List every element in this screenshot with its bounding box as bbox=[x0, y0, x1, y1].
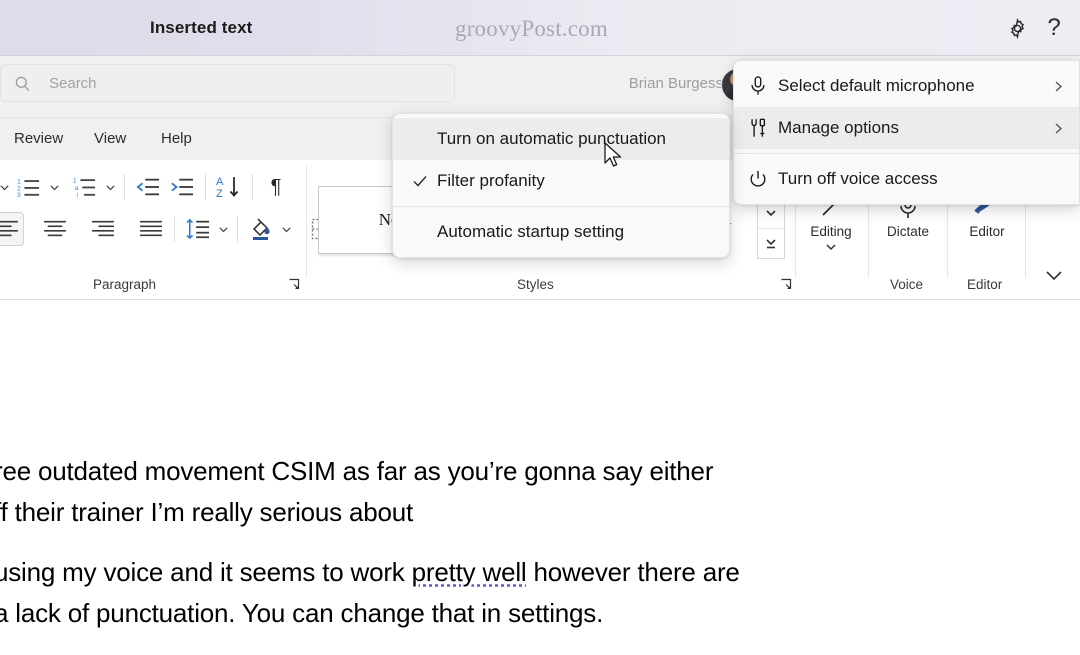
svg-text:i: i bbox=[77, 193, 78, 198]
menu-item-label: Filter profanity bbox=[437, 171, 545, 190]
tab-help[interactable]: Help bbox=[155, 128, 198, 149]
menu-item-manage-options[interactable]: Manage options bbox=[734, 107, 1079, 149]
group-label-editor: Editor bbox=[967, 277, 1003, 292]
svg-text:3: 3 bbox=[17, 192, 21, 198]
chevron-right-icon bbox=[1052, 122, 1065, 135]
styles-more-button[interactable] bbox=[758, 228, 784, 258]
punctuation-submenu: Turn on automatic punctuation Filter pro… bbox=[392, 113, 730, 258]
user-name[interactable]: Brian Burgess bbox=[629, 75, 723, 92]
sort-az-button[interactable]: A Z bbox=[212, 170, 246, 204]
menu-item-automatic-startup-setting[interactable]: Automatic startup setting bbox=[393, 211, 729, 253]
word-window: Inserted text groovyPost.com ? Search Br… bbox=[0, 0, 1080, 655]
paragraph-row-1: 1 2 3 1 a i A Z ¶ bbox=[0, 170, 293, 204]
numbering-dropdown-chevron[interactable] bbox=[46, 170, 62, 204]
gear-icon[interactable] bbox=[1001, 12, 1033, 44]
menu-separator bbox=[393, 206, 729, 207]
styles-scroll-buttons bbox=[757, 197, 785, 259]
menu-item-select-default-microphone[interactable]: Select default microphone bbox=[734, 65, 1079, 107]
document-paragraph1-line2: ff their trainer I’m really serious abou… bbox=[0, 497, 414, 527]
svg-text:1: 1 bbox=[17, 178, 21, 185]
styles-dialog-launcher-icon[interactable] bbox=[780, 278, 794, 292]
svg-text:A: A bbox=[216, 176, 224, 188]
divider bbox=[252, 174, 253, 200]
document-paragraph1-line1: ree outdated movement CSIM as far as you… bbox=[0, 456, 714, 486]
paragraph2-text-after: however there are bbox=[526, 557, 740, 587]
align-right-button[interactable] bbox=[86, 212, 120, 246]
grammar-suggestion-text[interactable]: pretty well bbox=[412, 557, 527, 587]
search-input[interactable]: Search bbox=[0, 64, 455, 102]
menu-separator bbox=[734, 153, 1079, 154]
tab-review[interactable]: Review bbox=[8, 128, 69, 149]
title-bar: Inserted text groovyPost.com ? bbox=[0, 0, 1080, 56]
document-canvas[interactable]: ree outdated movement CSIM as far as you… bbox=[0, 300, 1080, 655]
align-left-button[interactable] bbox=[0, 212, 24, 246]
shading-chevron[interactable] bbox=[278, 212, 294, 246]
group-label-styles: Styles bbox=[517, 277, 554, 292]
divider bbox=[306, 166, 307, 278]
multilevel-list-dropdown-chevron[interactable] bbox=[102, 170, 118, 204]
page-title: Inserted text bbox=[150, 18, 253, 37]
divider bbox=[124, 174, 125, 200]
watermark: groovyPost.com bbox=[455, 16, 608, 41]
decrease-indent-button[interactable] bbox=[131, 170, 165, 204]
align-center-button[interactable] bbox=[38, 212, 72, 246]
search-placeholder: Search bbox=[49, 74, 97, 92]
help-icon[interactable]: ? bbox=[1038, 12, 1070, 44]
menu-item-turn-on-automatic-punctuation[interactable]: Turn on automatic punctuation bbox=[393, 118, 729, 160]
svg-text:a: a bbox=[75, 186, 79, 192]
bullets-dropdown-chevron[interactable] bbox=[0, 170, 12, 204]
voice-access-menu: Select default microphone Manage options bbox=[733, 60, 1080, 205]
multilevel-list-button[interactable]: 1 a i bbox=[68, 170, 102, 204]
numbering-button[interactable]: 1 2 3 bbox=[12, 170, 46, 204]
menu-item-label: Turn off voice access bbox=[778, 169, 938, 188]
show-formatting-marks-button[interactable]: ¶ bbox=[259, 170, 293, 204]
paragraph2-text-before: using my voice and it seems to work bbox=[0, 557, 412, 587]
power-icon bbox=[748, 169, 778, 190]
shading-button[interactable] bbox=[244, 212, 278, 246]
paragraph-row-2 bbox=[0, 212, 356, 246]
mouse-cursor bbox=[604, 142, 626, 172]
menu-item-label: Automatic startup setting bbox=[437, 222, 625, 241]
justify-button[interactable] bbox=[134, 212, 168, 246]
menu-item-label: Manage options bbox=[778, 118, 899, 137]
menu-item-label: Select default microphone bbox=[778, 76, 975, 95]
menu-item-filter-profanity[interactable]: Filter profanity bbox=[393, 160, 729, 202]
document-paragraph2-line1: using my voice and it seems to work pret… bbox=[0, 557, 740, 588]
svg-text:1: 1 bbox=[73, 178, 77, 184]
group-label-paragraph: Paragraph bbox=[93, 277, 157, 292]
ribbon-group-labels: Paragraph Styles Voice Editor bbox=[0, 274, 1080, 300]
divider bbox=[205, 174, 206, 200]
paragraph-dialog-launcher-icon[interactable] bbox=[288, 278, 302, 292]
tools-icon bbox=[748, 117, 778, 139]
editing-chevron-down-icon[interactable] bbox=[800, 241, 862, 253]
increase-indent-button[interactable] bbox=[165, 170, 199, 204]
editor-label: Editor bbox=[969, 224, 1005, 239]
divider bbox=[237, 216, 238, 242]
checkmark-icon bbox=[403, 174, 437, 188]
svg-text:Z: Z bbox=[216, 188, 223, 199]
dictate-label: Dictate bbox=[886, 224, 930, 239]
line-spacing-button[interactable] bbox=[181, 212, 215, 246]
menu-item-label: Turn on automatic punctuation bbox=[437, 129, 667, 148]
divider bbox=[174, 216, 175, 242]
group-label-voice: Voice bbox=[890, 277, 924, 292]
search-icon bbox=[13, 73, 33, 93]
line-spacing-chevron[interactable] bbox=[215, 212, 231, 246]
tab-view[interactable]: View bbox=[88, 128, 132, 149]
microphone-icon bbox=[748, 75, 778, 97]
document-paragraph2-line2: a lack of punctuation. You can change th… bbox=[0, 598, 604, 628]
editing-label: Editing bbox=[810, 224, 852, 239]
chevron-right-icon bbox=[1052, 80, 1065, 93]
collapse-ribbon-chevron-down-icon[interactable] bbox=[1044, 268, 1064, 287]
menu-item-turn-off-voice-access[interactable]: Turn off voice access bbox=[734, 158, 1079, 200]
